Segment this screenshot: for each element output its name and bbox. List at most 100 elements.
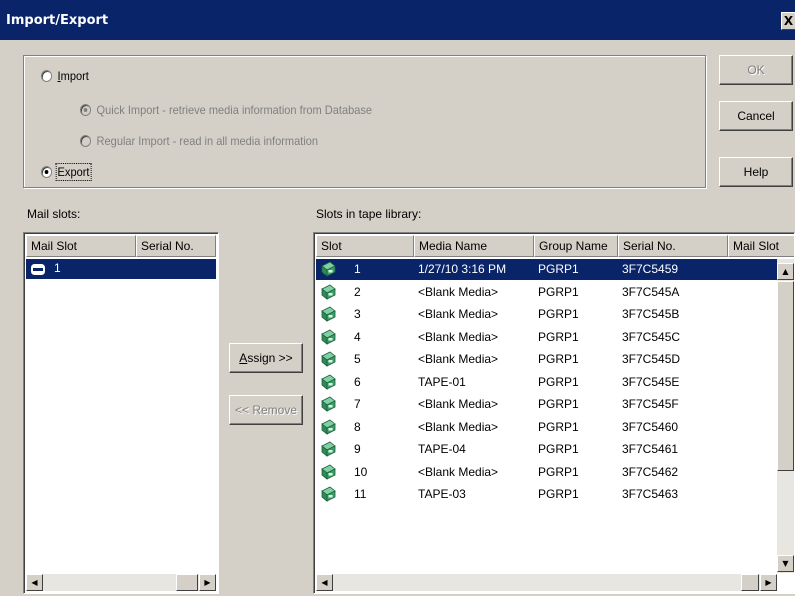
remove-button[interactable]: << Remove [229,395,303,425]
library-col-slot[interactable]: Slot [316,235,414,257]
regular-import-radio[interactable]: Regular Import - read in all media infor… [80,134,318,148]
tape-cartridge-icon [321,441,336,457]
scroll-left-arrow-icon[interactable]: ◀ [316,574,333,591]
library-cell-slot: 2 [354,284,361,299]
tape-cartridge-icon [321,486,336,502]
library-cell-group-name: PGRP1 [538,487,579,501]
help-button[interactable]: Help [719,157,793,187]
close-button[interactable]: X [781,12,795,30]
library-cell-slot: 4 [354,329,361,344]
library-cell-group-name: PGRP1 [538,374,579,389]
mail-slots-col-mail-slot[interactable]: Mail Slot [26,235,136,257]
mail-slots-label: Mail slots: [27,207,81,221]
quick-import-radio[interactable]: Quick Import - retrieve media informatio… [80,103,372,117]
library-cell-group-name: PGRP1 [538,307,579,321]
library-cell-slot: 8 [354,419,361,434]
library-cell-serial: 3F7C545E [622,374,680,389]
library-cell-media-name: <Blank Media> [418,329,499,344]
mail-slot-icon [31,264,45,275]
mail-slots-list[interactable]: Mail Slot Serial No. 1 ◀ ▶ [23,232,219,594]
tape-cartridge-icon [321,374,336,390]
scroll-left-arrow-icon[interactable]: ◀ [26,574,43,591]
assign-button[interactable]: Assign >> [229,343,303,373]
library-col-group-name[interactable]: Group Name [534,235,618,257]
tape-cartridge-icon [321,261,336,277]
tape-cartridge-icon [321,329,336,345]
library-cell-slot: 10 [354,464,368,479]
library-cell-slot: 6 [354,374,361,389]
library-col-media-name[interactable]: Media Name [414,235,534,257]
tape-cartridge-icon [321,351,336,367]
tape-cartridge-icon [321,419,336,435]
window-title: Import/Export [6,12,109,28]
cancel-button[interactable]: Cancel [719,101,793,131]
tape-cartridge-icon [321,306,336,322]
library-cell-media-name: 1/27/10 3:16 PM [418,262,507,276]
library-cell-serial: 3F7C545B [622,307,680,321]
quick-import-radio-circle [80,104,92,116]
library-cell-group-name: PGRP1 [538,442,579,456]
import-radio-label: Import [57,69,89,83]
export-radio[interactable]: Export [41,163,92,181]
library-cell-media-name: <Blank Media> [418,352,499,366]
library-cell-serial: 3F7C5463 [622,487,679,501]
library-cell-group-name: PGRP1 [538,352,579,366]
library-cell-group-name: PGRP1 [538,284,579,299]
library-vscroll-thumb[interactable] [777,281,794,471]
library-vscrollbar[interactable]: ▲ ▼ [777,259,794,573]
library-cell-media-name: <Blank Media> [418,464,499,479]
library-cell-media-name: TAPE-01 [418,374,466,389]
library-cell-slot: 9 [354,442,361,456]
library-cell-slot: 11 [354,487,367,501]
library-cell-serial: 3F7C5459 [622,262,679,276]
export-radio-label: Export [55,163,92,181]
scroll-right-arrow-icon[interactable]: ▶ [199,574,216,591]
library-cell-group-name: PGRP1 [538,419,579,434]
mail-slots-col-serial[interactable]: Serial No. [136,235,216,257]
library-cell-media-name: TAPE-03 [418,487,466,501]
library-cell-serial: 3F7C5461 [622,442,679,456]
scroll-up-arrow-icon[interactable]: ▲ [777,263,794,280]
tape-cartridge-icon [321,284,336,300]
library-hscroll-thumb[interactable] [741,574,759,591]
library-col-serial[interactable]: Serial No. [618,235,728,257]
library-cell-slot: 7 [354,397,361,411]
mail-slots-hscroll-thumb[interactable] [176,574,198,591]
library-cell-serial: 3F7C545C [622,329,681,344]
library-cell-serial: 3F7C545A [622,284,680,299]
library-cell-slot: 3 [354,307,361,321]
library-hscrollbar[interactable]: ◀ ▶ [316,574,777,591]
library-cell-media-name: <Blank Media> [418,397,499,411]
library-col-mail-slot[interactable]: Mail Slot [728,235,794,257]
tape-cartridge-icon [321,464,336,480]
tape-cartridge-icon [321,396,336,412]
library-cell-slot: 5 [354,352,361,366]
library-cell-media-name: <Blank Media> [418,419,499,434]
library-cell-media-name: <Blank Media> [418,284,499,299]
library-cell-serial: 3F7C545D [622,352,681,366]
library-slots-list[interactable]: Slot Media Name Group Name Serial No. Ma… [313,232,795,594]
library-cell-media-name: TAPE-04 [418,442,466,456]
library-cell-group-name: PGRP1 [538,329,579,344]
library-cell-serial: 3F7C5460 [622,419,679,434]
library-slots-label: Slots in tape library: [316,207,422,221]
regular-import-label: Regular Import - read in all media infor… [96,134,319,148]
library-cell-group-name: PGRP1 [538,464,579,479]
library-cell-slot: 1 [354,262,361,276]
scroll-down-arrow-icon[interactable]: ▼ [777,555,794,572]
library-cell-group-name: PGRP1 [538,397,579,411]
mail-slots-hscrollbar[interactable]: ◀ ▶ [26,574,216,591]
ok-button[interactable]: OK [719,55,793,85]
import-radio[interactable]: Import [41,69,89,83]
library-cell-media-name: <Blank Media> [418,307,499,321]
library-cell-serial: 3F7C545F [622,397,679,411]
quick-import-label: Quick Import - retrieve media informatio… [96,103,373,117]
import-radio-circle [41,70,53,82]
library-cell-serial: 3F7C5462 [622,464,679,479]
title-bar: Import/Export X [0,0,795,40]
assign-button-label: Assign >> [239,351,293,365]
scroll-right-arrow-icon[interactable]: ▶ [760,574,777,591]
mail-slot-number: 1 [54,261,61,275]
regular-import-radio-circle [80,135,92,147]
library-cell-group-name: PGRP1 [538,262,579,276]
